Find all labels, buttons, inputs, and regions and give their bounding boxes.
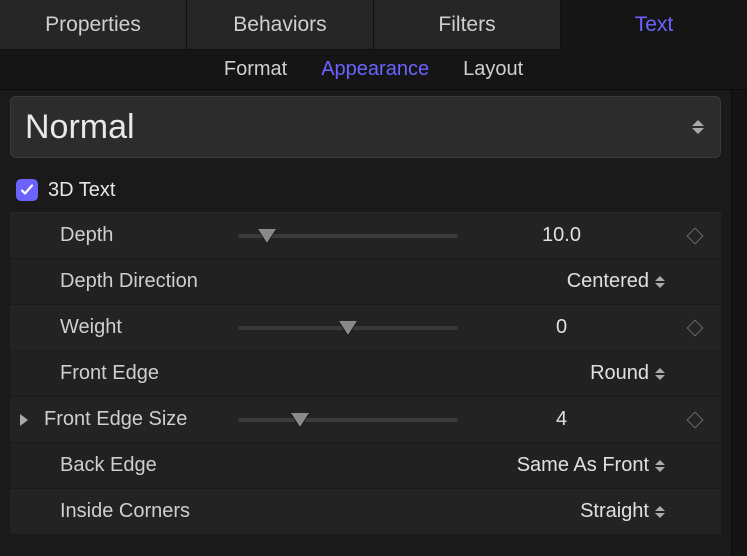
section-title: 3D Text — [48, 179, 115, 202]
param-depth-direction: Depth Direction Centered — [10, 259, 721, 305]
param-front-edge: Front Edge Round — [10, 351, 721, 397]
subtab-format[interactable]: Format — [224, 58, 287, 81]
tab-text[interactable]: Text — [561, 0, 747, 50]
param-label: Front Edge Size — [38, 408, 238, 431]
section-3d-text: 3D Text — [10, 172, 721, 208]
param-label: Depth Direction — [38, 270, 238, 293]
triangle-right-icon — [20, 414, 28, 426]
scrollbar[interactable] — [731, 90, 747, 556]
popup-inside-corners[interactable]: Straight — [458, 500, 675, 523]
checkbox-3d-text[interactable] — [16, 179, 38, 201]
updown-icon — [692, 120, 704, 134]
param-label: Front Edge — [38, 362, 238, 385]
slider-weight[interactable] — [238, 318, 458, 338]
param-weight: Weight 0 — [10, 305, 721, 351]
param-back-edge: Back Edge Same As Front — [10, 443, 721, 489]
param-list: Depth 10.0 Depth Direction Centered Weig… — [10, 212, 721, 535]
updown-icon — [655, 506, 665, 518]
updown-icon — [655, 276, 665, 288]
value-weight[interactable]: 0 — [458, 316, 675, 339]
slider-thumb-icon[interactable] — [258, 229, 276, 243]
popup-depth-direction[interactable]: Centered — [458, 270, 675, 293]
param-front-edge-size: Front Edge Size 4 — [10, 397, 721, 443]
popup-back-edge[interactable]: Same As Front — [458, 454, 675, 477]
text-subtab-bar: Format Appearance Layout — [0, 50, 747, 90]
tab-properties[interactable]: Properties — [0, 0, 187, 50]
param-label: Back Edge — [38, 454, 238, 477]
tab-filters[interactable]: Filters — [374, 0, 561, 50]
slider-depth[interactable] — [238, 226, 458, 246]
text-style-preset-popup[interactable]: Normal — [10, 96, 721, 158]
param-inside-corners: Inside Corners Straight — [10, 489, 721, 535]
value-front-edge-size[interactable]: 4 — [458, 408, 675, 431]
diamond-icon — [687, 227, 704, 244]
param-label: Inside Corners — [38, 500, 238, 523]
keyframe-depth[interactable] — [675, 230, 715, 242]
diamond-icon — [687, 319, 704, 336]
disclosure-front-edge-size[interactable] — [10, 414, 38, 426]
slider-thumb-icon[interactable] — [339, 321, 357, 335]
keyframe-weight[interactable] — [675, 322, 715, 334]
updown-icon — [655, 460, 665, 472]
inspector-tab-bar: Properties Behaviors Filters Text — [0, 0, 747, 50]
param-label: Depth — [38, 224, 238, 247]
param-label: Weight — [38, 316, 238, 339]
subtab-layout[interactable]: Layout — [463, 58, 523, 81]
popup-front-edge[interactable]: Round — [458, 362, 675, 385]
diamond-icon — [687, 411, 704, 428]
value-depth[interactable]: 10.0 — [458, 224, 675, 247]
keyframe-front-edge-size[interactable] — [675, 414, 715, 426]
preset-label: Normal — [25, 108, 135, 147]
subtab-appearance[interactable]: Appearance — [321, 58, 429, 81]
slider-front-edge-size[interactable] — [238, 410, 458, 430]
tab-behaviors[interactable]: Behaviors — [187, 0, 374, 50]
updown-icon — [655, 368, 665, 380]
param-depth: Depth 10.0 — [10, 213, 721, 259]
slider-thumb-icon[interactable] — [291, 413, 309, 427]
